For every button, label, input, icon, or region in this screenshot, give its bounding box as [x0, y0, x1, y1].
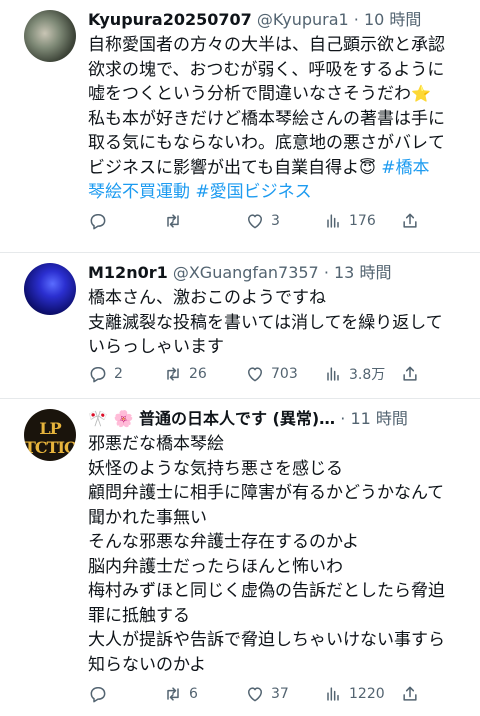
- share-button[interactable]: [400, 683, 420, 705]
- text-line: ビジネスに影響が出ても自業自得よ😇 #橋本: [88, 157, 430, 178]
- text-line: 橋本さん、激おこのようですね: [88, 288, 326, 308]
- text-line: そんな邪悪な弁護士存在するのかよ: [88, 532, 360, 552]
- like-button[interactable]: 3: [245, 210, 280, 232]
- reply-button[interactable]: [88, 683, 114, 705]
- text-line: 琴絵不買運動 #愛国ビジネス: [88, 180, 466, 205]
- text-line: 嘘をつくという分析で間違いなさそうだわ⭐: [88, 84, 431, 104]
- post-3[interactable]: LP TCTIO 🎌 🌸 普通の日本人です (異常)… · 11 時間 邪悪だな…: [0, 399, 480, 716]
- post-text: 橋本さん、激おこのようですね 支離滅裂な投稿を書いては消してを繰り返して いらっ…: [88, 286, 466, 360]
- text-line: 脳内弁護士だったらほんと怖いわ: [88, 556, 343, 577]
- avatar[interactable]: LP TCTIO: [24, 409, 76, 461]
- repost-icon: [167, 367, 179, 381]
- action-bar: 2 26 703 3.8万: [0, 363, 480, 385]
- reply-icon: [90, 214, 106, 230]
- avatar-logo: LP TCTIO: [24, 419, 76, 457]
- text-line: 罪に抵触する: [88, 605, 190, 626]
- text-line: 梅村みずほと同じく虚偽の告訴だとしたら脅迫: [88, 581, 445, 601]
- user-handle[interactable]: @XGuangfan7357: [173, 263, 319, 282]
- share-button[interactable]: [400, 363, 420, 385]
- reply-button[interactable]: [88, 210, 114, 232]
- display-name[interactable]: 🎌 🌸 普通の日本人です (異常)…: [88, 409, 335, 428]
- views-button[interactable]: 176: [323, 210, 376, 232]
- repost-button[interactable]: [163, 210, 189, 232]
- reply-icon: [90, 367, 106, 383]
- hashtag-link[interactable]: #橋本: [381, 158, 429, 178]
- timestamp[interactable]: · 11 時間: [340, 409, 408, 428]
- timestamp[interactable]: · 13 時間: [324, 263, 392, 282]
- star-emoji: ⭐: [411, 84, 431, 103]
- views-button[interactable]: 3.8万: [323, 363, 385, 385]
- like-button[interactable]: 37: [245, 683, 289, 705]
- action-bar: 6 37 1220: [0, 683, 480, 705]
- heart-icon: [248, 214, 262, 229]
- display-name[interactable]: M12n0r1: [88, 263, 168, 282]
- post-header: 🎌 🌸 普通の日本人です (異常)… · 11 時間: [88, 407, 466, 431]
- timestamp[interactable]: · 10 時間: [354, 10, 422, 29]
- share-icon: [403, 213, 417, 228]
- share-icon: [403, 366, 417, 381]
- post-text: 邪悪だな橋本琴絵 妖怪のような気持ち悪さを感じる 顧問弁護士に相手に障害が有るか…: [88, 432, 466, 677]
- reply-icon: [90, 687, 106, 703]
- heart-icon: [248, 367, 262, 382]
- text-line: 大人が提訴や告訴で脅迫しちゃいけない事すら: [88, 630, 445, 650]
- hashtag-link[interactable]: #愛国ビジネス: [195, 182, 311, 202]
- reply-button[interactable]: 2: [88, 363, 123, 385]
- text-line: 欲求の塊で、おつむが弱く、呼吸をするように: [88, 59, 445, 80]
- share-button[interactable]: [400, 210, 420, 232]
- action-bar: 3 176: [0, 210, 480, 232]
- heart-icon: [248, 687, 262, 702]
- text-line: いらっしゃいます: [88, 337, 224, 357]
- text-line: 支離滅裂な投稿を書いては消してを繰り返して: [88, 312, 443, 333]
- analytics-icon: [327, 367, 339, 381]
- analytics-icon: [327, 687, 339, 701]
- repost-button[interactable]: 26: [163, 363, 207, 385]
- avatar[interactable]: [24, 263, 76, 315]
- post-1[interactable]: Kyupura20250707 @Kyupura1 · 10 時間 自称愛国者の…: [0, 0, 480, 253]
- repost-icon: [167, 687, 179, 701]
- text-line: 自称愛国者の方々の大半は、自己顕示欲と承認: [88, 35, 445, 55]
- text-line: 聞かれた事無い: [88, 507, 207, 528]
- halo-emoji: 😇: [359, 157, 376, 177]
- text-line: 知らないのかよ: [88, 654, 207, 675]
- text-line: 邪悪だな橋本琴絵: [88, 434, 224, 454]
- user-handle[interactable]: @Kyupura1: [257, 10, 349, 29]
- text-line: 取る気にもならないわ。底意地の悪さがバレて: [88, 133, 445, 153]
- hashtag-link[interactable]: 琴絵不買運動: [88, 182, 190, 202]
- analytics-icon: [327, 214, 339, 228]
- text-line: 妖怪のような気持ち悪さを感じる: [88, 458, 343, 479]
- display-name[interactable]: Kyupura20250707: [88, 10, 252, 29]
- share-icon: [403, 686, 417, 701]
- repost-icon: [167, 214, 179, 228]
- avatar[interactable]: [24, 10, 76, 62]
- repost-button[interactable]: 6: [163, 683, 198, 705]
- text-line: 顧問弁護士に相手に障害が有るかどうかなんて: [88, 483, 445, 503]
- like-button[interactable]: 703: [245, 363, 298, 385]
- post-header: Kyupura20250707 @Kyupura1 · 10 時間: [88, 8, 466, 32]
- post-2[interactable]: M12n0r1 @XGuangfan7357 · 13 時間 橋本さん、激おこの…: [0, 253, 480, 399]
- post-header: M12n0r1 @XGuangfan7357 · 13 時間: [88, 261, 466, 285]
- post-text: 自称愛国者の方々の大半は、自己顕示欲と承認 欲求の塊で、おつむが弱く、呼吸をする…: [88, 33, 466, 205]
- views-button[interactable]: 1220: [323, 683, 385, 705]
- text-line: 私も本が好きだけど橋本琴絵さんの著書は手に: [88, 108, 445, 129]
